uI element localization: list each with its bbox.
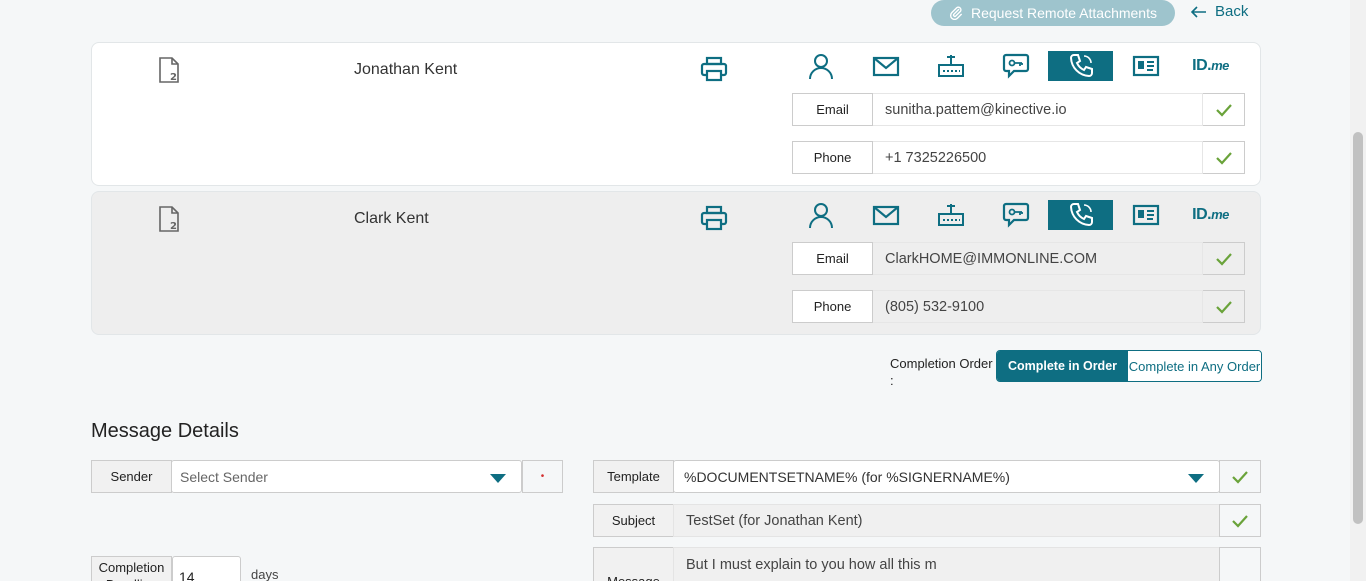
phone-value[interactable]: (805) 532-9100 (873, 290, 1203, 323)
auth-user[interactable] (788, 51, 853, 81)
template-verified (1219, 460, 1261, 493)
auth-email[interactable] (853, 200, 918, 230)
checkmark-icon (1232, 514, 1248, 528)
phone-verified (1203, 141, 1245, 174)
sender-label: Sender (91, 460, 172, 493)
auth-idme[interactable]: ID.me (1178, 200, 1243, 230)
auth-router[interactable] (918, 200, 983, 230)
scrollbar-thumb[interactable] (1353, 132, 1363, 524)
chevron-down-icon (490, 474, 506, 483)
phone-value[interactable]: +1 7325226500 (873, 141, 1203, 174)
checkmark-icon (1232, 470, 1248, 484)
email-label: Email (792, 93, 873, 126)
idme-logo: ID.me (1192, 206, 1229, 223)
user-icon (808, 203, 833, 229)
router-icon (937, 55, 964, 77)
completion-order-toggle: Complete in Order Complete in Any Order (996, 350, 1262, 382)
id-card-icon (1132, 55, 1159, 77)
email-row: Email ClarkHOME@IMMONLINE.COM (792, 242, 1245, 275)
auth-user[interactable] (788, 200, 853, 230)
signer-name: Clark Kent (354, 210, 429, 227)
phone-icon (1069, 203, 1093, 227)
subject-field[interactable]: TestSet (for Jonathan Kent) (673, 504, 1220, 537)
checkmark-icon (1215, 151, 1232, 165)
auth-idme[interactable]: ID.me (1178, 51, 1243, 81)
email-verified (1203, 242, 1245, 275)
message-verified (1219, 547, 1261, 581)
signer-card-1: 2 Jonathan Kent ID.me Email sunitha.patt… (91, 42, 1261, 186)
phone-row: Phone (805) 532-9100 (792, 290, 1245, 323)
auth-methods: ID.me (788, 200, 1243, 232)
svg-text:2: 2 (170, 221, 177, 232)
email-value[interactable]: ClarkHOME@IMMONLINE.COM (873, 242, 1203, 275)
email-row: Email sunitha.pattem@kinective.io (792, 93, 1245, 126)
idme-logo: ID.me (1192, 57, 1229, 74)
chat-key-icon (1002, 53, 1029, 79)
user-icon (808, 54, 833, 80)
request-remote-attachments-button[interactable]: Request Remote Attachments (931, 0, 1175, 26)
back-label: Back (1215, 3, 1249, 20)
auth-methods: ID.me (788, 51, 1243, 83)
router-icon (937, 204, 964, 226)
back-link[interactable]: Back (1191, 3, 1248, 20)
email-label: Email (792, 242, 873, 275)
chevron-down-icon (1188, 474, 1204, 483)
printer-icon[interactable] (700, 55, 728, 83)
phone-label: Phone (792, 141, 873, 174)
phone-icon (1069, 54, 1093, 78)
message-details-title: Message Details (91, 420, 239, 442)
template-value: %DOCUMENTSETNAME% (for %SIGNERNAME%) (684, 468, 1010, 485)
completion-order-label: Completion Order : (890, 356, 993, 388)
auth-router[interactable] (918, 51, 983, 81)
signer-name: Jonathan Kent (354, 61, 458, 78)
document-number-icon: 2 (159, 206, 179, 232)
auth-chat-key[interactable] (983, 200, 1048, 230)
checkmark-icon (1215, 300, 1232, 314)
chat-key-icon (1002, 202, 1029, 228)
subject-label: Subject (593, 504, 674, 537)
arrow-left-icon (1191, 5, 1206, 18)
auth-email[interactable] (853, 51, 918, 81)
complete-in-order-option[interactable]: Complete in Order (997, 351, 1128, 381)
auth-id-card[interactable] (1113, 51, 1178, 81)
checkmark-icon (1215, 252, 1232, 266)
deadline-unit: days (251, 567, 279, 581)
mail-icon (872, 56, 899, 77)
mail-icon (872, 205, 899, 226)
request-remote-attachments-label: Request Remote Attachments (971, 5, 1157, 21)
printer-icon[interactable] (700, 204, 728, 232)
sender-select[interactable]: Select Sender (171, 460, 522, 493)
subject-verified (1219, 504, 1261, 537)
checkmark-icon (1215, 103, 1232, 117)
top-actions: Request Remote Attachments Back (931, 0, 1248, 26)
required-indicator: • (522, 460, 563, 493)
document-number-icon: 2 (159, 57, 179, 83)
template-select[interactable]: %DOCUMENTSETNAME% (for %SIGNERNAME%) (673, 460, 1220, 493)
template-label: Template (593, 460, 674, 493)
svg-text:2: 2 (170, 72, 177, 83)
complete-in-any-order-option[interactable]: Complete in Any Order (1128, 351, 1261, 381)
message-label: Message (593, 547, 674, 581)
id-card-icon (1132, 204, 1159, 226)
auth-chat-key[interactable] (983, 51, 1048, 81)
phone-row: Phone +1 7325226500 (792, 141, 1245, 174)
email-verified (1203, 93, 1245, 126)
signer-card-2: 2 Clark Kent ID.me Email ClarkHOME@IMMON… (91, 191, 1261, 335)
phone-verified (1203, 290, 1245, 323)
completion-deadline-label: Completion Deadline (91, 556, 172, 581)
sender-placeholder: Select Sender (180, 468, 268, 485)
paperclip-icon (949, 6, 962, 20)
completion-deadline-input[interactable]: 14 (172, 556, 241, 581)
auth-phone[interactable] (1048, 51, 1113, 81)
auth-phone[interactable] (1048, 200, 1113, 230)
page-scrollbar[interactable] (1350, 0, 1366, 581)
phone-label: Phone (792, 290, 873, 323)
message-textarea[interactable]: But I must explain to you how all this m (673, 547, 1220, 581)
auth-id-card[interactable] (1113, 200, 1178, 230)
email-value[interactable]: sunitha.pattem@kinective.io (873, 93, 1203, 126)
